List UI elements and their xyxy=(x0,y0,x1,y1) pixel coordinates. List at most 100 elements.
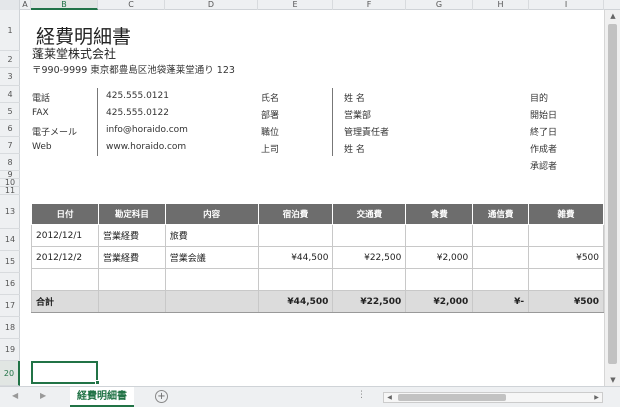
email-value[interactable]: info@horaido.com xyxy=(106,125,188,135)
cell-misc[interactable] xyxy=(528,268,604,291)
cell-communication[interactable] xyxy=(472,268,530,291)
sheet-tab-expense-report[interactable]: 経費明細書 xyxy=(70,387,134,407)
web-label[interactable]: Web xyxy=(32,142,52,152)
prev-sheet-icon[interactable]: ◀ xyxy=(12,391,18,400)
phone-value[interactable]: 425.555.0121 xyxy=(106,91,169,101)
cell-lodging[interactable] xyxy=(257,224,334,247)
select-all-corner[interactable] xyxy=(0,0,20,10)
header-communication[interactable]: 通信費 xyxy=(472,203,530,225)
row-header-20[interactable]: 20 xyxy=(0,361,20,386)
manager-value[interactable]: 姓 名 xyxy=(344,142,365,155)
column-header-c[interactable]: C xyxy=(98,0,165,10)
scroll-left-icon[interactable]: ◀ xyxy=(384,393,395,402)
cell-date[interactable]: 2012/12/1 xyxy=(31,224,99,247)
total-communication[interactable]: ¥- xyxy=(472,290,530,313)
header-date[interactable]: 日付 xyxy=(31,203,99,225)
cell-communication[interactable] xyxy=(472,224,530,247)
manager-label[interactable]: 上司 xyxy=(261,142,279,155)
row-header-8[interactable]: 8 xyxy=(0,154,20,171)
horizontal-scroll-thumb[interactable] xyxy=(398,394,506,401)
row-header-6[interactable]: 6 xyxy=(0,120,20,137)
next-sheet-icon[interactable]: ▶ xyxy=(40,391,46,400)
company-name[interactable]: 蓬莱堂株式会社 xyxy=(32,45,116,62)
row-header-17[interactable]: 17 xyxy=(0,295,20,317)
employee-name-label[interactable]: 氏名 xyxy=(261,91,279,104)
row-header-4[interactable]: 4 xyxy=(0,86,20,103)
scroll-right-icon[interactable]: ▶ xyxy=(591,393,602,402)
row-header-3[interactable]: 3 xyxy=(0,68,20,86)
employee-name-value[interactable]: 姓 名 xyxy=(344,91,365,104)
active-cell-b20[interactable] xyxy=(31,361,98,384)
vertical-scrollbar[interactable]: ▲ ▼ xyxy=(604,10,620,386)
row-header-1[interactable]: 1 xyxy=(0,10,20,51)
position-value[interactable]: 管理責任者 xyxy=(344,125,389,138)
header-misc[interactable]: 雑費 xyxy=(528,203,604,225)
scroll-down-icon[interactable]: ▼ xyxy=(605,374,620,386)
row-header-5[interactable]: 5 xyxy=(0,103,20,120)
row-header-11[interactable]: 11 xyxy=(0,186,20,195)
cell-meals[interactable]: ¥2,000 xyxy=(405,246,474,269)
tab-split-handle[interactable]: ⋮ xyxy=(357,390,366,400)
row-header-7[interactable]: 7 xyxy=(0,137,20,154)
column-header-f[interactable]: F xyxy=(333,0,406,10)
column-header-d[interactable]: D xyxy=(165,0,258,10)
cell-transport[interactable] xyxy=(332,224,407,247)
email-label[interactable]: 電子メール xyxy=(32,125,77,138)
column-header-b[interactable]: B xyxy=(31,0,98,10)
cell-description[interactable] xyxy=(164,268,259,291)
cell-meals[interactable] xyxy=(405,268,474,291)
total-meals[interactable]: ¥2,000 xyxy=(405,290,474,313)
column-header-a[interactable]: A xyxy=(20,0,31,10)
cell-meals[interactable] xyxy=(405,224,474,247)
worksheet-grid[interactable]: 経費明細書 蓬莱堂株式会社 〒990-9999 東京都豊島区池袋蓬莱堂通り 12… xyxy=(20,10,604,386)
cell-misc[interactable]: ¥500 xyxy=(528,246,604,269)
approver-label[interactable]: 承認者 xyxy=(530,159,557,172)
cell-account[interactable]: 営業経費 xyxy=(97,246,166,269)
cell-communication[interactable] xyxy=(472,246,530,269)
row-header-14[interactable]: 14 xyxy=(0,229,20,251)
row-header-18[interactable]: 18 xyxy=(0,317,20,339)
total-blank[interactable] xyxy=(164,290,259,313)
total-misc[interactable]: ¥500 xyxy=(528,290,604,313)
cell-description[interactable]: 旅費 xyxy=(164,224,259,247)
start-date-label[interactable]: 開始日 xyxy=(530,108,557,121)
fax-value[interactable]: 425.555.0122 xyxy=(106,108,169,118)
row-header-16[interactable]: 16 xyxy=(0,273,20,295)
row-header-19[interactable]: 19 xyxy=(0,339,20,361)
add-sheet-icon[interactable]: + xyxy=(155,390,168,403)
author-label[interactable]: 作成者 xyxy=(530,142,557,155)
vertical-scroll-thumb[interactable] xyxy=(608,24,617,364)
total-label[interactable]: 合計 xyxy=(31,290,99,313)
phone-label[interactable]: 電話 xyxy=(32,91,50,104)
header-description[interactable]: 内容 xyxy=(164,203,259,225)
row-header-13[interactable]: 13 xyxy=(0,195,20,229)
cell-date[interactable] xyxy=(31,268,99,291)
column-header-i[interactable]: I xyxy=(529,0,604,10)
end-date-label[interactable]: 終了日 xyxy=(530,125,557,138)
cell-account[interactable]: 営業経費 xyxy=(97,224,166,247)
department-value[interactable]: 営業部 xyxy=(344,108,371,121)
scroll-up-icon[interactable]: ▲ xyxy=(605,10,620,22)
purpose-label[interactable]: 目的 xyxy=(530,91,548,104)
cell-date[interactable]: 2012/12/2 xyxy=(31,246,99,269)
cell-transport[interactable]: ¥22,500 xyxy=(332,246,407,269)
column-header-h[interactable]: H xyxy=(473,0,529,10)
cell-account[interactable] xyxy=(97,268,166,291)
cell-lodging[interactable] xyxy=(257,268,334,291)
header-transport[interactable]: 交通費 xyxy=(332,203,407,225)
horizontal-scrollbar[interactable]: ◀ ▶ xyxy=(383,392,603,403)
column-header-g[interactable]: G xyxy=(406,0,473,10)
company-address[interactable]: 〒990-9999 東京都豊島区池袋蓬莱堂通り 123 xyxy=(32,62,235,76)
position-label[interactable]: 職位 xyxy=(261,125,279,138)
header-lodging[interactable]: 宿泊費 xyxy=(257,203,334,225)
row-header-2[interactable]: 2 xyxy=(0,51,20,68)
header-meals[interactable]: 食費 xyxy=(405,203,474,225)
total-blank[interactable] xyxy=(97,290,166,313)
column-header-e[interactable]: E xyxy=(258,0,333,10)
total-lodging[interactable]: ¥44,500 xyxy=(257,290,334,313)
total-transport[interactable]: ¥22,500 xyxy=(332,290,407,313)
fax-label[interactable]: FAX xyxy=(32,108,49,118)
web-value[interactable]: www.horaido.com xyxy=(106,142,186,152)
cell-transport[interactable] xyxy=(332,268,407,291)
department-label[interactable]: 部署 xyxy=(261,108,279,121)
